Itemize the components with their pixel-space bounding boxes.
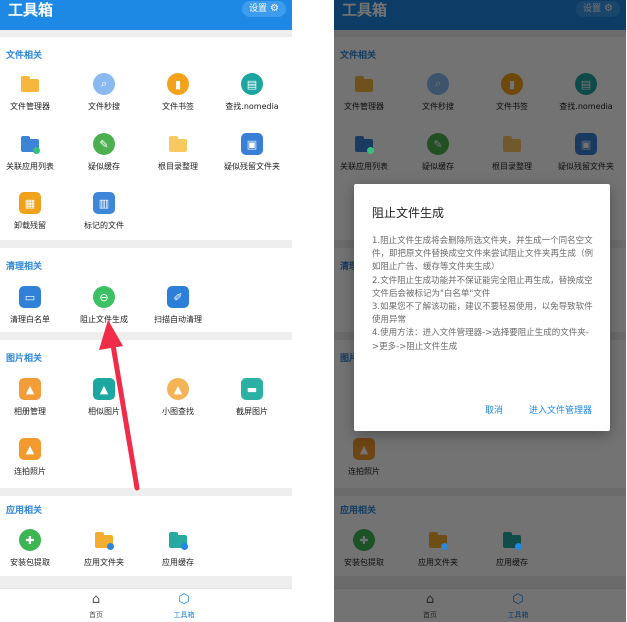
arrow-shaft — [110, 342, 140, 491]
arrow-head — [99, 320, 123, 350]
annotation-arrow — [99, 320, 140, 491]
screenshot-stage: 工具箱 设置 ⚙ 文件相关 文件管理器 ⌕ 文件秒搜 ▮ 文件书签 ▤ 查找.n… — [0, 0, 627, 622]
